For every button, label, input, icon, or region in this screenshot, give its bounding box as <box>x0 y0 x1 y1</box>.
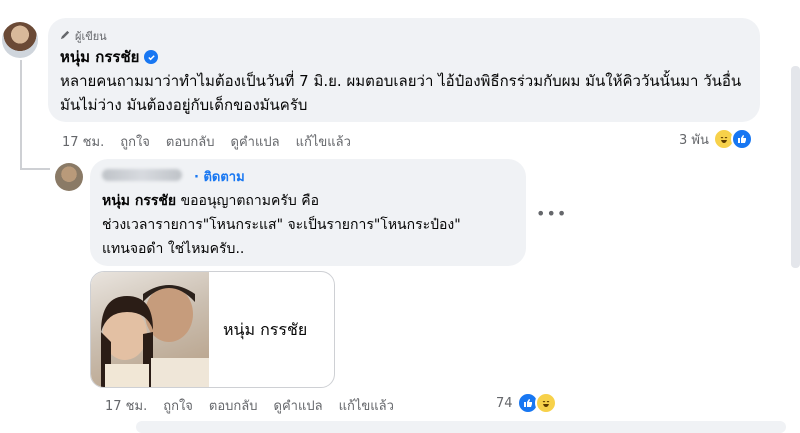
author-badge-label: ผู้เขียน <box>75 30 107 43</box>
reply-line-3: แทนจอดำ ใช่ไหมครับ.. <box>102 241 245 257</box>
reply-line-2: ช่วงเวลารายการ"โหนกระแส" จะเป็นรายการ"โห… <box>102 217 461 233</box>
comment-reactions[interactable]: 3 พัน <box>679 128 753 150</box>
like-button[interactable]: ถูกใจ <box>120 131 150 152</box>
reply-actions: 17 ชม. ถูกใจ ตอบกลับ ดูคำแปล แก้ไขแล้ว <box>105 395 394 416</box>
reaction-count: 3 พัน <box>679 132 709 148</box>
edited-label[interactable]: แก้ไขแล้ว <box>339 395 394 416</box>
reply-reactions[interactable]: 74 <box>496 392 557 414</box>
comment-actions: 17 ชม. ถูกใจ ตอบกลับ ดูคำแปล แก้ไขแล้ว <box>62 131 351 152</box>
reply-line-1-text: ขออนุญาตถามครับ คือ <box>176 193 319 209</box>
mention-preview-card[interactable]: หนุ่ม กรรชัย <box>90 271 335 388</box>
mention-link[interactable]: หนุ่ม กรรชัย <box>102 193 176 209</box>
reply-time[interactable]: 17 ชม. <box>105 395 147 416</box>
reply-button[interactable]: ตอบกลับ <box>209 395 258 416</box>
reply-author-blurred[interactable] <box>102 169 182 181</box>
comment-input-bar[interactable] <box>136 421 786 433</box>
reply-line-1: หนุ่ม กรรชัย ขออนุญาตถามครับ คือ <box>102 189 522 213</box>
follow-label[interactable]: ติดตาม <box>203 170 244 185</box>
follow-link[interactable]: · ติดตาม <box>194 166 245 187</box>
reply-bubble: · ติดตาม หนุ่ม กรรชัย ขออนุญาตถามครับ คื… <box>90 159 526 266</box>
scrollbar[interactable] <box>791 66 800 268</box>
reply-text: หนุ่ม กรรชัย ขออนุญาตถามครับ คือ ช่วงเวล… <box>102 189 522 261</box>
more-options-button[interactable]: ••• <box>536 204 567 223</box>
reply-button[interactable]: ตอบกลับ <box>166 131 215 152</box>
edited-label[interactable]: แก้ไขแล้ว <box>296 131 351 152</box>
pencil-icon <box>60 29 71 43</box>
like-reaction-icon <box>730 128 753 150</box>
comment-time[interactable]: 17 ชม. <box>62 131 104 152</box>
preview-title[interactable]: หนุ่ม กรรชัย <box>223 318 307 343</box>
reaction-count: 74 <box>496 395 513 411</box>
comment-text: หลายคนถามมาว่าทำไมต้องเป็นวันที่ 7 มิ.ย.… <box>60 72 742 114</box>
translate-button[interactable]: ดูคำแปล <box>231 131 280 152</box>
avatar[interactable] <box>2 22 38 58</box>
author-name[interactable]: หนุ่ม กรรชัย <box>60 45 139 69</box>
preview-photo <box>91 272 209 387</box>
translate-button[interactable]: ดูคำแปล <box>274 395 323 416</box>
reply-avatar[interactable] <box>55 163 83 191</box>
author-badge: ผู้เขียน <box>60 27 107 45</box>
verified-badge-icon <box>144 50 159 64</box>
thread-line <box>20 60 22 170</box>
comment-bubble: ผู้เขียน หนุ่ม กรรชัย หลายคนถามมาว่าทำไม… <box>48 18 760 122</box>
haha-reaction-icon <box>534 392 557 414</box>
comment-author[interactable]: หนุ่ม กรรชัย <box>60 45 159 69</box>
thread-connector <box>20 168 50 170</box>
like-button[interactable]: ถูกใจ <box>163 395 193 416</box>
